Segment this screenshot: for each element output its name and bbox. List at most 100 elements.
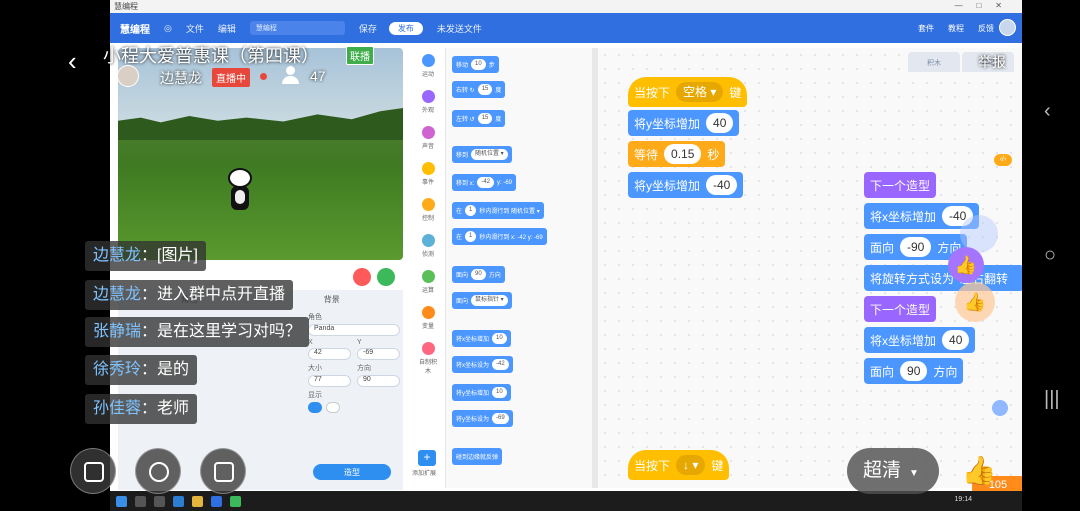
nav-home-icon[interactable]: ○ [1044, 244, 1056, 267]
palette-block[interactable]: 将x坐标设为 -42 [452, 356, 513, 373]
value-input[interactable]: 1 [465, 231, 477, 242]
value-input[interactable]: -42 [492, 359, 509, 370]
publish-button[interactable]: 发布 [388, 21, 423, 35]
set-rotation-style-block[interactable]: 将旋转方式设为 左右翻转 [864, 265, 1022, 291]
project-name-input[interactable]: 慧编程 [249, 21, 345, 35]
search-icon[interactable] [135, 495, 146, 507]
value-input[interactable]: 鼠标指针 ▾ [471, 295, 508, 306]
palette-block[interactable]: 移动 10 步 [452, 56, 499, 73]
key-dropdown[interactable]: ↓ ▾ [676, 455, 706, 475]
value-input[interactable]: 0.15 [664, 144, 702, 164]
zoom-icon[interactable] [992, 400, 1008, 416]
value-input[interactable]: -90 [900, 237, 932, 257]
palette-block[interactable]: 面向 90 方向 [452, 266, 505, 283]
quality-selector[interactable]: 超清 ▼ [847, 448, 939, 494]
palette-block[interactable]: 面向 鼠标指针 ▾ [452, 292, 512, 309]
value-input[interactable]: -42 [477, 177, 495, 188]
y-input[interactable]: -69 [357, 348, 400, 360]
block-text: 下一个造型 [870, 302, 931, 317]
green-flag-button[interactable] [377, 268, 395, 286]
value-input[interactable]: 90 [471, 269, 486, 280]
code-toggle-icon[interactable]: ‹/› [994, 154, 1012, 166]
report-button[interactable]: 举报 [978, 52, 1006, 72]
value-input[interactable]: 15 [477, 113, 493, 124]
next-costume-block[interactable]: 下一个造型 [864, 172, 937, 198]
host-avatar[interactable] [117, 65, 139, 87]
palette-block[interactable]: 在 1 秒内滑行到 x: -42 y: -69 [452, 228, 547, 245]
feedback-button[interactable]: 反馈 [978, 23, 994, 34]
menu-button[interactable] [70, 448, 116, 494]
x-input[interactable]: 42 [308, 348, 351, 360]
edit-menu[interactable]: 编辑 [218, 22, 236, 35]
direction-input[interactable]: 90 [357, 375, 400, 387]
palette-block[interactable]: 在 1 秒内滑行到 随机位置 ▾ [452, 202, 544, 219]
palette-block[interactable]: 将y坐标增加 10 [452, 384, 511, 401]
comment-button[interactable] [135, 448, 181, 494]
extensions-button[interactable]: 套件 [918, 23, 934, 34]
change-y-block[interactable]: 将y坐标增加 -40 [628, 172, 744, 198]
user-avatar[interactable] [999, 19, 1016, 36]
change-x-block[interactable]: 将x坐标增加 40 [864, 327, 976, 353]
nav-back-icon[interactable]: ‹ [1044, 100, 1051, 123]
taskview-icon[interactable] [154, 495, 165, 507]
value-input[interactable]: 40 [942, 330, 970, 350]
category-item[interactable]: 变量 [418, 306, 438, 330]
size-input[interactable]: 77 [308, 375, 351, 387]
value-input[interactable]: 40 [706, 113, 734, 133]
when-key-pressed-block[interactable]: 当按下 空格 ▾ 键 [628, 77, 748, 107]
costume-button[interactable]: 造型 [313, 464, 391, 480]
value-input[interactable]: -40 [706, 175, 738, 195]
point-direction-block[interactable]: 面向 90 方向 [864, 358, 964, 384]
change-y-block[interactable]: 将y坐标增加 40 [628, 110, 740, 136]
category-item[interactable]: 声音 [418, 126, 438, 150]
palette-block[interactable]: 移到 随机位置 ▾ [452, 146, 512, 163]
nav-recents-icon[interactable]: ||| [1044, 388, 1060, 411]
back-icon[interactable]: ‹ [68, 48, 77, 74]
next-costume-block[interactable]: 下一个造型 [864, 296, 937, 322]
category-item[interactable]: 运算 [418, 270, 438, 294]
key-dropdown[interactable]: 空格 ▾ [676, 82, 724, 102]
value-input[interactable]: 10 [471, 59, 486, 70]
category-item[interactable]: 运动 [418, 54, 438, 78]
viewer-icon [282, 66, 299, 84]
like-button[interactable]: 👍 [960, 452, 998, 490]
value-input[interactable]: -69 [492, 413, 509, 424]
value-input[interactable]: 15 [477, 84, 493, 95]
palette-block[interactable]: 左转 ↺ 15 度 [452, 110, 506, 127]
palette-block[interactable]: 将x坐标增加 10 [452, 330, 511, 347]
panda-sprite[interactable] [226, 168, 254, 216]
mblock-icon[interactable] [211, 495, 222, 507]
hide-eye-icon[interactable] [326, 402, 340, 413]
wait-block[interactable]: 等待 0.15 秒 [628, 141, 726, 167]
stop-button[interactable] [353, 268, 371, 286]
category-item[interactable]: 侦测 [418, 234, 438, 258]
value-input[interactable]: 90 [900, 361, 928, 381]
save-button[interactable]: 保存 [359, 22, 377, 35]
category-item[interactable]: 自制积木 [418, 342, 438, 375]
palette-block[interactable]: 右转 ↻ 15 度 [452, 81, 506, 98]
value-input[interactable]: 随机位置 ▾ [471, 149, 508, 160]
add-extension-button[interactable]: + [418, 450, 436, 466]
tutorial-button[interactable]: 教程 [948, 23, 964, 34]
when-key-pressed-block[interactable]: 当按下 ↓ ▾ 键 [628, 450, 730, 480]
file-menu[interactable]: 文件 [186, 22, 204, 35]
globe-icon[interactable]: ◎ [164, 23, 172, 34]
share-button[interactable] [200, 448, 246, 494]
category-item[interactable]: 外观 [418, 90, 438, 114]
palette-block[interactable]: 移到 x: -42 y: -69 [452, 174, 517, 191]
category-item[interactable]: 事件 [418, 162, 438, 186]
window-controls[interactable]: —□✕ [954, 1, 1016, 10]
category-item[interactable]: 控制 [418, 198, 438, 222]
value-input[interactable]: 10 [492, 333, 507, 344]
edge-icon[interactable] [173, 495, 184, 507]
tab-blocks[interactable]: 积木 [908, 52, 960, 72]
value-input[interactable]: 10 [492, 387, 507, 398]
palette-block[interactable]: 碰到边缘就反弹 [452, 448, 503, 465]
value-input[interactable]: 1 [465, 205, 477, 216]
start-icon[interactable] [116, 495, 127, 507]
show-eye-icon[interactable] [308, 402, 322, 413]
sprite-name-input[interactable]: Panda [308, 324, 400, 336]
folder-icon[interactable] [192, 495, 203, 507]
palette-block[interactable]: 将y坐标设为 -69 [452, 410, 513, 427]
wechat-icon[interactable] [230, 495, 241, 507]
